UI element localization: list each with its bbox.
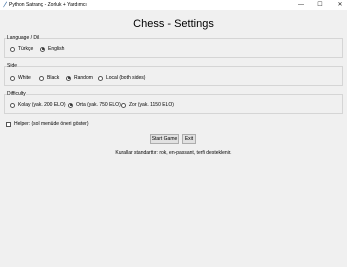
language-group: Language / Dil Türkçe English [4,35,343,58]
radio-indicator [40,46,45,52]
radio-indicator [39,75,44,81]
page-title: Chess - Settings [133,18,214,30]
window-title-bar: Python Satranç - Zorluk + Yardımcı — ☐ ✕ [0,0,347,10]
exit-button[interactable]: Exit [182,134,196,144]
close-button[interactable]: ✕ [330,0,347,10]
difficulty-group-caption: Difficulty [7,91,26,97]
radio-label: English [48,46,65,52]
difficulty-group: Difficulty Kolay (yak. 200 ELO) Orta (ya… [4,91,343,114]
radio-label: White [18,75,31,81]
radio-difficulty-zor[interactable]: Zor (yak. 1150 ELO) [121,102,174,108]
radio-indicator [98,75,103,81]
radio-language-turkce[interactable]: Türkçe [10,46,33,52]
radio-difficulty-orta[interactable]: Orta (yak. 750 ELO) [68,102,121,108]
minimize-button[interactable]: — [291,0,311,10]
rules-text: Kurallar standarttır: rok, en-passant, t… [115,150,232,156]
radio-label: Zor (yak. 1150 ELO) [129,102,174,108]
language-group-caption: Language / Dil [7,35,40,41]
window-title: Python Satranç - Zorluk + Yardımcı [9,2,87,8]
radio-language-english[interactable]: English [40,46,64,52]
radio-label: Kolay (yak. 200 ELO) [18,102,66,108]
radio-indicator [66,75,71,81]
radio-indicator [10,46,15,52]
radio-label: Local (both sides) [106,75,146,81]
radio-side-random[interactable]: Random [66,75,93,81]
helper-checkbox-label: Helper: (sol menüde öneri göster) [14,121,89,127]
radio-indicator [10,102,15,108]
radio-indicator [68,102,73,108]
radio-label: Türkçe [18,46,34,52]
maximize-button[interactable]: ☐ [310,0,330,10]
radio-indicator [10,75,15,81]
start-game-button[interactable]: Start Game [150,134,179,144]
radio-label: Black [47,75,60,81]
radio-side-white[interactable]: White [10,75,31,81]
radio-side-black[interactable]: Black [39,75,59,81]
checkbox-indicator [6,121,11,127]
radio-side-local[interactable]: Local (both sides) [98,75,145,81]
radio-label: Random [74,75,93,81]
side-group-caption: Side [7,63,18,69]
helper-checkbox[interactable]: Helper: (sol menüde öneri göster) [6,121,88,127]
python-feather-icon [3,1,7,8]
radio-indicator [121,102,126,108]
side-group: Side White Black Random Local (both side… [4,63,343,86]
radio-difficulty-kolay[interactable]: Kolay (yak. 200 ELO) [10,102,66,108]
radio-label: Orta (yak. 750 ELO) [76,102,121,108]
